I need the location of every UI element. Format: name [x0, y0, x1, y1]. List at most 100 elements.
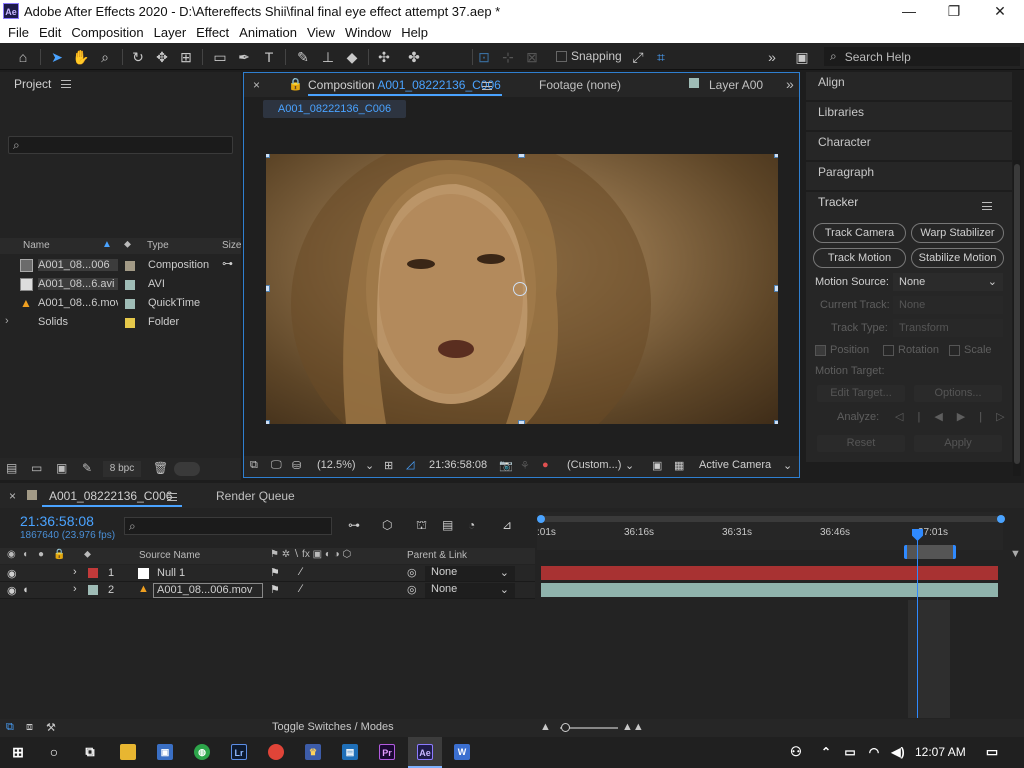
camera-dropdown[interactable]: Active Camera	[699, 459, 771, 471]
clone-stamp-tool-icon[interactable]: ⊥	[318, 47, 338, 67]
word-icon[interactable]: W	[454, 744, 470, 760]
camera-tool-icon[interactable]: ✥	[152, 47, 172, 67]
track-camera-button[interactable]: Track Camera	[813, 223, 906, 243]
zoom-out-icon[interactable]: ▲	[540, 721, 551, 733]
hand-tool-icon[interactable]: ✋	[71, 47, 91, 67]
tracker-menu-icon[interactable]	[982, 202, 992, 210]
label-swatch[interactable]	[125, 299, 135, 309]
menu-window[interactable]: Window	[345, 23, 391, 43]
quality-switch-icon[interactable]: ∕	[300, 566, 302, 578]
chrome-icon[interactable]	[268, 744, 284, 760]
current-track-select[interactable]: None	[893, 296, 1003, 314]
pan-behind-tool-icon[interactable]: ⊞	[176, 47, 196, 67]
transform-handle[interactable]	[518, 154, 525, 158]
project-item-composition[interactable]: A001_08...006 Composition ⊶	[0, 256, 241, 275]
work-area-bar[interactable]	[904, 545, 956, 559]
composition-menu-icon[interactable]	[482, 82, 492, 90]
layer-switches-icon[interactable]: ⧉	[6, 721, 14, 734]
menu-view[interactable]: View	[307, 23, 335, 43]
mask-path-icon[interactable]: ◿	[406, 458, 414, 471]
label-swatch[interactable]	[125, 280, 135, 290]
project-item-avi[interactable]: A001_08...6.avi AVI	[0, 275, 241, 294]
snapping-toggle[interactable]: Snapping	[556, 49, 622, 63]
roto-brush-tool-icon[interactable]: ✣	[374, 47, 394, 67]
menu-file[interactable]: File	[8, 23, 29, 43]
transform-handle[interactable]	[518, 420, 525, 424]
xbox-icon[interactable]: ◍	[194, 744, 210, 760]
motion-source-select[interactable]: None ⌄	[893, 273, 1003, 291]
expand-arrow-icon[interactable]: ›	[73, 583, 77, 595]
expand-arrow-icon[interactable]: ›	[73, 566, 77, 578]
project-menu-icon[interactable]	[61, 80, 72, 88]
premiere-icon[interactable]: Pr	[379, 744, 395, 760]
rectangle-tool-icon[interactable]: ▭	[210, 47, 230, 67]
character-panel-header[interactable]: Character	[806, 132, 1012, 160]
timeline-comp-tab[interactable]: A001_08222136_C006	[49, 489, 172, 503]
pickwhip-icon[interactable]: ◎	[407, 566, 417, 579]
comp-marker-bin-icon[interactable]: ▼	[1010, 548, 1021, 560]
current-time-display[interactable]: 21:36:58:08	[429, 459, 487, 471]
snapshot-icon[interactable]: 📷	[499, 459, 513, 472]
chevron-down-icon[interactable]: ⌄	[365, 459, 374, 472]
navigator-end-handle[interactable]	[997, 515, 1005, 523]
shy-layers-icon[interactable]: ⛫	[416, 518, 427, 534]
right-panel-scrollbar[interactable]	[1013, 160, 1021, 476]
layer-duration-bar[interactable]	[541, 566, 998, 580]
lightroom-icon[interactable]: Lr	[231, 744, 247, 760]
timeline-current-time[interactable]: 21:36:58:08	[20, 513, 94, 529]
composition-flowchart-icon[interactable]: ⊶	[348, 518, 360, 532]
draft-3d-icon[interactable]: ⬡	[382, 518, 392, 532]
transform-handle[interactable]	[774, 285, 778, 292]
libraries-panel-header[interactable]: Libraries	[806, 102, 1012, 130]
layer-label-swatch[interactable]	[88, 568, 98, 578]
stabilize-motion-button[interactable]: Stabilize Motion	[911, 248, 1004, 268]
safe-zones-icon[interactable]: ⊞	[384, 459, 393, 472]
timeline-search-input[interactable]: ⌕	[124, 517, 332, 535]
expand-arrow-icon[interactable]: ›	[5, 315, 9, 327]
menu-layer[interactable]: Layer	[154, 23, 187, 43]
transform-handle[interactable]	[266, 154, 270, 158]
shy-switch-icon[interactable]: ⚑	[270, 583, 280, 596]
world-axis-icon[interactable]: ⊹	[498, 47, 518, 67]
search-help-field[interactable]: ⌕ Search Help	[824, 47, 1020, 66]
flowchart-icon[interactable]: ⊶	[222, 257, 233, 270]
layer-tab[interactable]: Layer A00	[709, 78, 763, 92]
resolution-dropdown[interactable]: (Custom...)	[567, 459, 621, 471]
position-checkbox[interactable]: Position	[815, 344, 869, 356]
minimize-button[interactable]: —	[886, 0, 932, 23]
project-item-quicktime[interactable]: ▲ A001_08...6.mov QuickTime	[0, 294, 241, 313]
chevron-down-icon[interactable]: ⌄	[783, 459, 792, 472]
footage-tab[interactable]: Footage (none)	[539, 78, 621, 92]
close-tab-icon[interactable]: ×	[253, 78, 260, 92]
composition-viewer[interactable]	[266, 154, 778, 424]
interpret-footage-icon[interactable]: ▤	[6, 461, 17, 475]
transfer-controls-icon[interactable]: ⧈	[26, 721, 33, 734]
type-tool-icon[interactable]: T	[259, 47, 279, 67]
home-icon[interactable]: ⌂	[13, 47, 33, 67]
timeline-menu-icon[interactable]	[167, 493, 177, 501]
tray-chevron-icon[interactable]: ⌃	[818, 744, 834, 760]
label-swatch[interactable]	[125, 318, 135, 328]
volume-icon[interactable]: ◀)	[890, 744, 906, 760]
start-icon[interactable]: ⊞	[10, 744, 26, 760]
show-snapshot-icon[interactable]: ⚘	[520, 459, 530, 472]
pen-tool-icon[interactable]: ✒	[234, 47, 254, 67]
visibility-eye-icon[interactable]: ◉	[7, 584, 17, 597]
reset-button[interactable]: Reset	[817, 435, 905, 452]
layer-label-swatch[interactable]	[88, 585, 98, 595]
in-out-icon[interactable]: ⚒	[46, 721, 56, 734]
project-settings-icon[interactable]: ✎	[82, 461, 92, 475]
render-queue-tab[interactable]: Render Queue	[216, 489, 295, 503]
app-icon[interactable]: ▤	[342, 744, 358, 760]
frame-blending-icon[interactable]: ▤	[442, 518, 453, 532]
menu-help[interactable]: Help	[401, 23, 428, 43]
eraser-tool-icon[interactable]: ◆	[342, 47, 362, 67]
parent-select[interactable]: None ⌄	[425, 583, 515, 598]
visibility-eye-icon[interactable]: ◉	[7, 567, 17, 580]
snapping-options-icon[interactable]: ⤢	[628, 47, 648, 67]
label-swatch[interactable]	[125, 261, 135, 271]
clock[interactable]: 12:07 AM	[915, 745, 966, 759]
pickwhip-icon[interactable]: ◎	[407, 583, 417, 596]
layer-duration-bar[interactable]	[541, 583, 998, 597]
snapping-checkbox[interactable]	[556, 50, 567, 62]
